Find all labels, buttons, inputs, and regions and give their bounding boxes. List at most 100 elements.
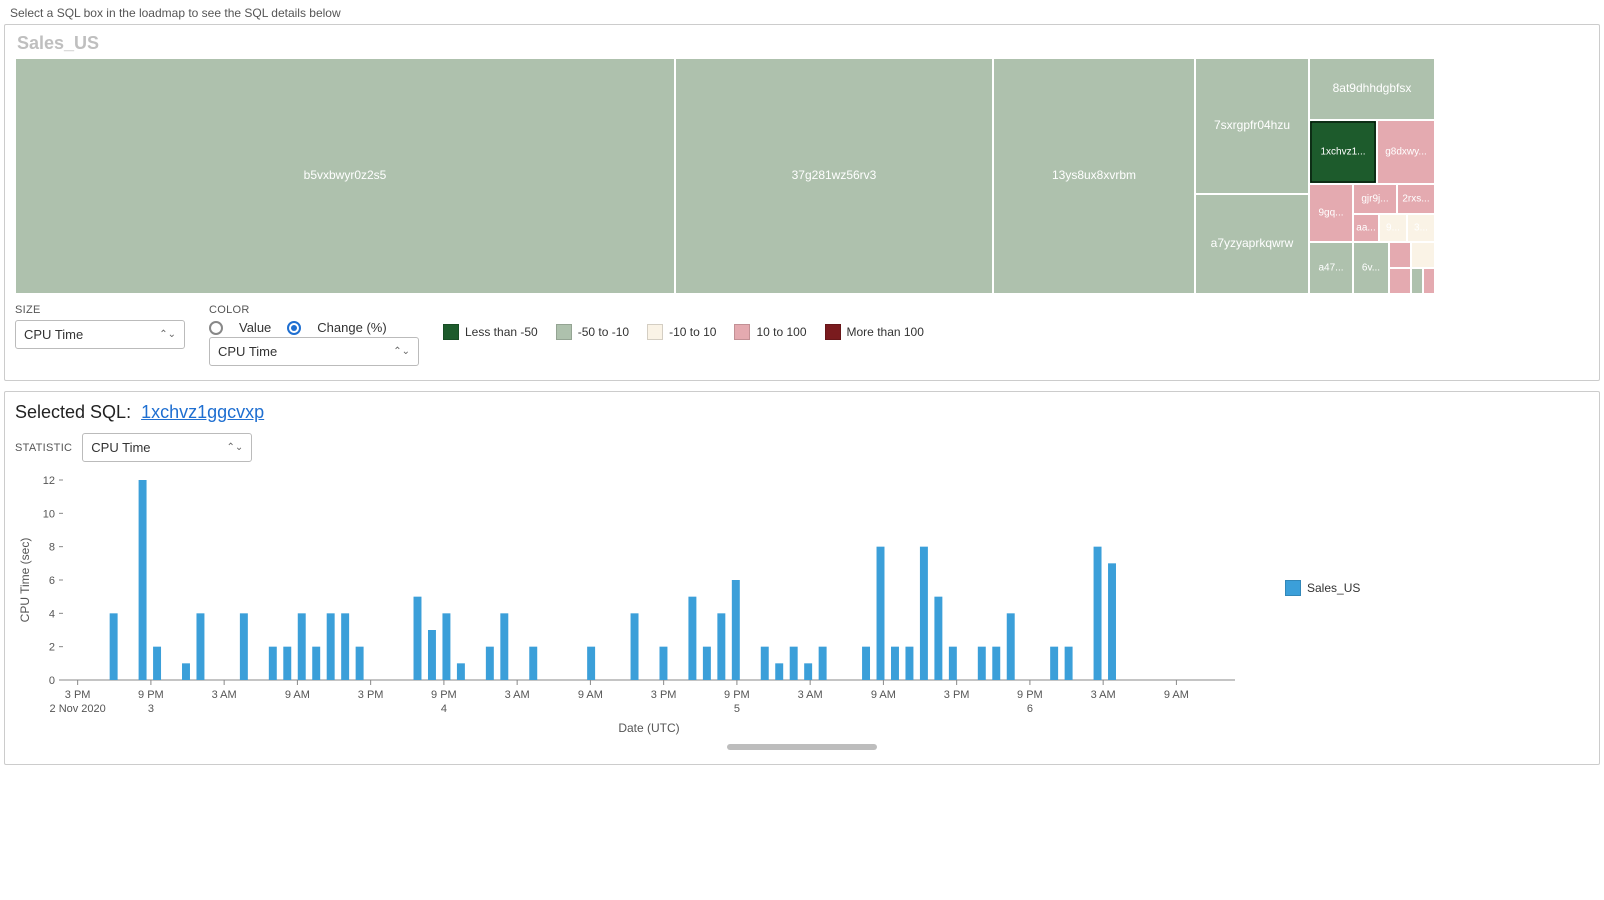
bar[interactable] — [920, 547, 928, 680]
bar[interactable] — [587, 647, 595, 680]
bar[interactable] — [862, 647, 870, 680]
bar[interactable] — [457, 663, 465, 680]
svg-text:3 PM: 3 PM — [358, 689, 384, 701]
svg-text:a7yzyaprkqwrw: a7yzyaprkqwrw — [1211, 236, 1294, 250]
size-label: SIZE — [15, 304, 185, 316]
svg-text:37g281wz56rv3: 37g281wz56rv3 — [792, 168, 877, 182]
cpu-time-bar-chart[interactable]: 024681012CPU Time (sec)3 PM2 Nov 20209 P… — [15, 470, 1245, 740]
svg-text:4: 4 — [441, 703, 447, 715]
bar[interactable] — [312, 647, 320, 680]
bar[interactable] — [761, 647, 769, 680]
svg-text:13ys8ux8xvrbm: 13ys8ux8xvrbm — [1052, 168, 1136, 182]
color-legend: Less than -50 -50 to -10 -10 to 10 10 to… — [443, 324, 924, 340]
svg-text:3 AM: 3 AM — [1091, 689, 1116, 701]
svg-text:9 PM: 9 PM — [138, 689, 164, 701]
bar[interactable] — [356, 647, 364, 680]
svg-text:Date (UTC): Date (UTC) — [618, 721, 679, 735]
svg-text:8at9dhhdgbfsx: 8at9dhhdgbfsx — [1333, 81, 1412, 95]
svg-text:9 PM: 9 PM — [431, 689, 457, 701]
svg-text:1xchvz1...: 1xchvz1... — [1320, 147, 1365, 158]
color-select-value: CPU Time — [218, 344, 277, 359]
color-select[interactable]: CPU Time ⌃⌄ — [209, 337, 419, 366]
bar[interactable] — [905, 647, 913, 680]
bar[interactable] — [196, 613, 204, 680]
svg-text:3 AM: 3 AM — [798, 689, 823, 701]
bar[interactable] — [529, 647, 537, 680]
svg-text:4: 4 — [49, 608, 55, 620]
statistic-select[interactable]: CPU Time ⌃⌄ — [82, 433, 252, 462]
bar[interactable] — [327, 613, 335, 680]
bar[interactable] — [298, 613, 306, 680]
bar[interactable] — [732, 580, 740, 680]
bar[interactable] — [283, 647, 291, 680]
treemap-cell[interactable] — [1423, 268, 1435, 294]
svg-text:3 PM: 3 PM — [65, 689, 91, 701]
svg-text:6v...: 6v... — [1362, 263, 1380, 274]
bar[interactable] — [414, 597, 422, 680]
bar[interactable] — [240, 613, 248, 680]
svg-text:3 AM: 3 AM — [212, 689, 237, 701]
treemap[interactable]: b5vxbwyr0z2s5 37g281wz56rv3 13ys8ux8xvrbm 7… — [15, 58, 1589, 294]
statistic-select-value: CPU Time — [91, 440, 150, 455]
bar[interactable] — [182, 663, 190, 680]
bar[interactable] — [1050, 647, 1058, 680]
bar[interactable] — [153, 647, 161, 680]
svg-text:7sxrgpfr04hzu: 7sxrgpfr04hzu — [1214, 118, 1290, 132]
treemap-cell[interactable] — [1389, 242, 1411, 268]
svg-text:8: 8 — [49, 542, 55, 554]
bar[interactable] — [110, 613, 118, 680]
hint-text: Select a SQL box in the loadmap to see t… — [10, 6, 1600, 20]
chart-legend: Sales_US — [1285, 580, 1360, 596]
bar[interactable] — [1065, 647, 1073, 680]
treemap-cell[interactable] — [1389, 268, 1411, 294]
svg-text:aa...: aa... — [1356, 223, 1375, 234]
bar[interactable] — [1007, 613, 1015, 680]
svg-text:0: 0 — [49, 675, 55, 687]
bar[interactable] — [891, 647, 899, 680]
radio-value[interactable] — [209, 321, 223, 335]
svg-text:10: 10 — [43, 508, 55, 520]
svg-text:2: 2 — [49, 642, 55, 654]
radio-change[interactable] — [287, 321, 301, 335]
bar[interactable] — [717, 613, 725, 680]
bar[interactable] — [659, 647, 667, 680]
svg-text:9 PM: 9 PM — [1017, 689, 1043, 701]
bar[interactable] — [631, 613, 639, 680]
chevron-down-icon: ⌃⌄ — [227, 442, 244, 453]
svg-text:3: 3 — [148, 703, 154, 715]
bar[interactable] — [139, 480, 147, 680]
bar[interactable] — [790, 647, 798, 680]
bar[interactable] — [500, 613, 508, 680]
chart-scrollbar-thumb[interactable] — [727, 744, 877, 750]
bar[interactable] — [442, 613, 450, 680]
bar[interactable] — [934, 597, 942, 680]
treemap-cell[interactable] — [1411, 268, 1423, 294]
svg-text:9gq...: 9gq... — [1318, 208, 1343, 219]
bar[interactable] — [819, 647, 827, 680]
chevron-down-icon: ⌃⌄ — [159, 329, 176, 340]
svg-text:9 PM: 9 PM — [724, 689, 750, 701]
bar[interactable] — [775, 663, 783, 680]
bar[interactable] — [341, 613, 349, 680]
bar[interactable] — [978, 647, 986, 680]
svg-text:3...: 3... — [1414, 223, 1428, 234]
svg-text:6: 6 — [49, 575, 55, 587]
bar[interactable] — [1094, 547, 1102, 680]
bar[interactable] — [877, 547, 885, 680]
bar[interactable] — [269, 647, 277, 680]
bar[interactable] — [992, 647, 1000, 680]
selected-sql-link[interactable]: 1xchvz1ggcvxp — [141, 402, 264, 422]
size-select[interactable]: CPU Time ⌃⌄ — [15, 320, 185, 349]
bar[interactable] — [703, 647, 711, 680]
bar[interactable] — [688, 597, 696, 680]
svg-text:2rxs...: 2rxs... — [1402, 194, 1429, 205]
treemap-cell[interactable] — [1411, 242, 1435, 268]
bar[interactable] — [428, 630, 436, 680]
svg-text:b5vxbwyr0z2s5: b5vxbwyr0z2s5 — [304, 168, 387, 182]
bar[interactable] — [486, 647, 494, 680]
db-title: Sales_US — [17, 33, 1589, 54]
bar[interactable] — [949, 647, 957, 680]
bar[interactable] — [1108, 563, 1116, 680]
svg-text:3 AM: 3 AM — [505, 689, 530, 701]
bar[interactable] — [804, 663, 812, 680]
